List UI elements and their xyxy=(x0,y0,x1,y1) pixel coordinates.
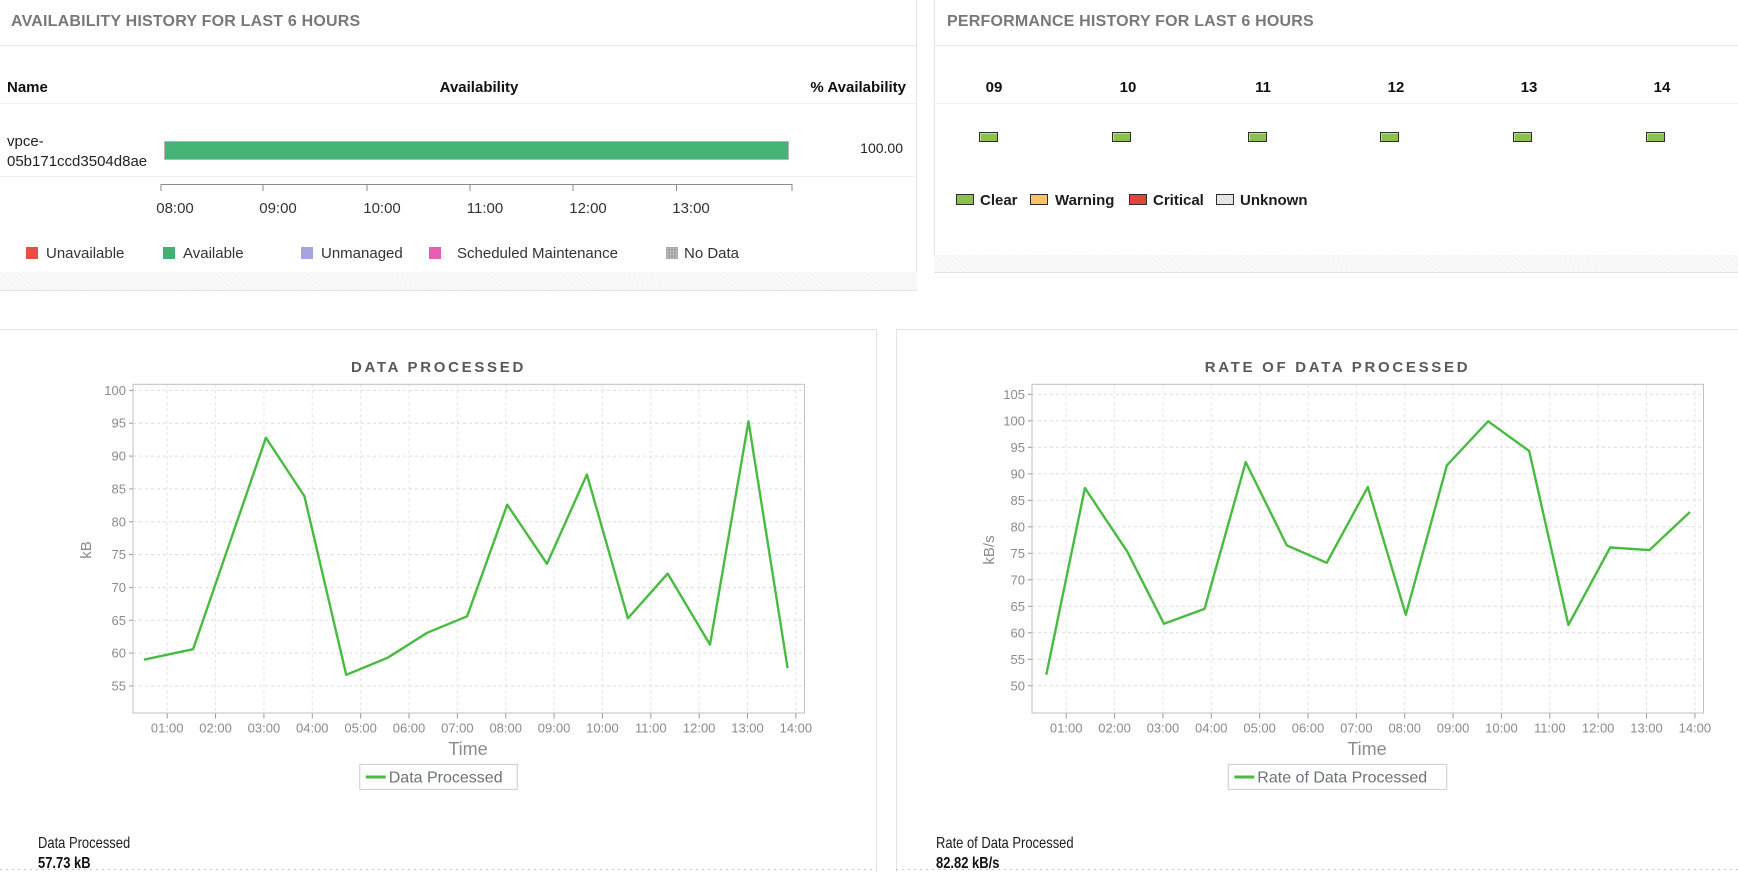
svg-text:Rate of Data Processed: Rate of Data Processed xyxy=(1257,770,1427,787)
svg-text:11:00: 11:00 xyxy=(635,721,667,736)
svg-text:01:00: 01:00 xyxy=(1050,721,1083,736)
svg-text:75: 75 xyxy=(1011,546,1025,561)
svg-text:90: 90 xyxy=(1011,466,1025,481)
svg-text:60: 60 xyxy=(1011,625,1025,640)
svg-text:03:00: 03:00 xyxy=(1147,721,1180,736)
svg-text:105: 105 xyxy=(1003,387,1025,402)
svg-text:90: 90 xyxy=(112,449,126,464)
svg-text:70: 70 xyxy=(1011,572,1025,587)
svg-text:07:00: 07:00 xyxy=(1340,721,1373,736)
svg-text:13:00: 13:00 xyxy=(1630,721,1663,736)
svg-text:13:00: 13:00 xyxy=(731,721,764,736)
svg-text:06:00: 06:00 xyxy=(393,721,426,736)
svg-text:04:00: 04:00 xyxy=(296,721,329,736)
svg-text:08:00: 08:00 xyxy=(1388,721,1421,736)
svg-text:09:00: 09:00 xyxy=(538,721,571,736)
svg-text:12:00: 12:00 xyxy=(683,721,716,736)
svg-text:DATA PROCESSED: DATA PROCESSED xyxy=(351,359,526,376)
svg-text:55: 55 xyxy=(1011,652,1025,667)
svg-text:10:00: 10:00 xyxy=(586,721,619,736)
svg-text:100: 100 xyxy=(1003,413,1025,428)
svg-text:kB/s: kB/s xyxy=(981,535,998,564)
svg-text:02:00: 02:00 xyxy=(199,721,232,736)
svg-text:04:00: 04:00 xyxy=(1195,721,1228,736)
svg-text:03:00: 03:00 xyxy=(248,721,281,736)
svg-text:RATE OF DATA PROCESSED: RATE OF DATA PROCESSED xyxy=(1205,359,1471,376)
svg-text:55: 55 xyxy=(112,678,126,693)
svg-text:10:00: 10:00 xyxy=(1485,721,1518,736)
svg-text:80: 80 xyxy=(112,514,126,529)
svg-text:01:00: 01:00 xyxy=(151,721,184,736)
svg-text:70: 70 xyxy=(112,580,126,595)
svg-text:05:00: 05:00 xyxy=(344,721,377,736)
svg-text:09:00: 09:00 xyxy=(1437,721,1470,736)
svg-text:12:00: 12:00 xyxy=(1582,721,1615,736)
svg-text:65: 65 xyxy=(112,613,126,628)
svg-text:Data Processed: Data Processed xyxy=(389,770,503,787)
svg-text:95: 95 xyxy=(112,416,126,431)
svg-text:kB: kB xyxy=(78,541,95,559)
svg-text:95: 95 xyxy=(1011,440,1025,455)
svg-text:Time: Time xyxy=(1347,739,1386,759)
svg-text:11:00: 11:00 xyxy=(1534,721,1566,736)
svg-text:07:00: 07:00 xyxy=(441,721,474,736)
svg-text:85: 85 xyxy=(1011,493,1025,508)
svg-text:14:00: 14:00 xyxy=(780,721,813,736)
svg-text:60: 60 xyxy=(112,646,126,661)
svg-text:85: 85 xyxy=(112,481,126,496)
svg-text:65: 65 xyxy=(1011,599,1025,614)
svg-text:05:00: 05:00 xyxy=(1243,721,1276,736)
svg-text:50: 50 xyxy=(1011,678,1025,693)
svg-text:08:00: 08:00 xyxy=(489,721,522,736)
svg-text:75: 75 xyxy=(112,547,126,562)
svg-text:100: 100 xyxy=(104,383,126,398)
svg-text:Time: Time xyxy=(448,739,487,759)
svg-text:14:00: 14:00 xyxy=(1679,721,1712,736)
svg-text:80: 80 xyxy=(1011,519,1025,534)
svg-text:02:00: 02:00 xyxy=(1098,721,1131,736)
svg-text:06:00: 06:00 xyxy=(1292,721,1325,736)
